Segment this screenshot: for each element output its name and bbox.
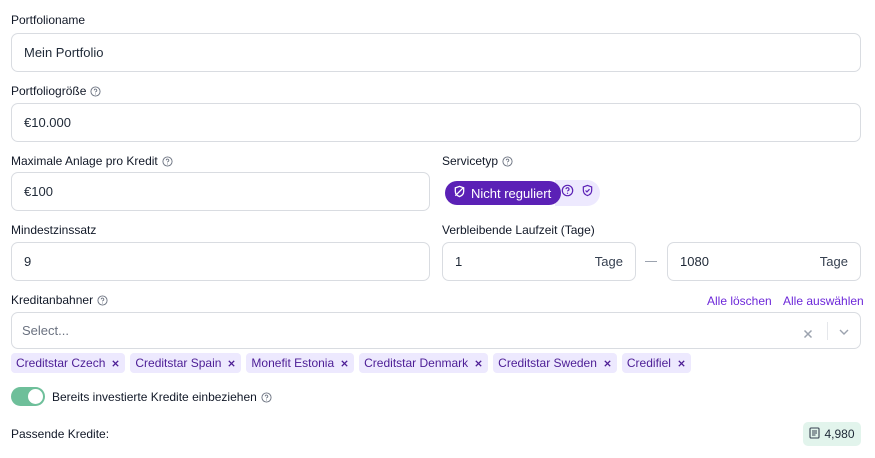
- remove-chip-icon[interactable]: [474, 359, 483, 368]
- matching-loans-badge: 4,980: [803, 422, 861, 446]
- clear-icon[interactable]: [803, 326, 813, 338]
- help-icon[interactable]: [502, 155, 513, 167]
- portfolio-name-label: Portfolioname: [11, 13, 86, 27]
- max-per-loan-label: Maximale Anlage pro Kredit: [11, 154, 173, 168]
- remove-chip-icon[interactable]: [111, 359, 120, 368]
- remaining-term-label: Verbleibende Laufzeit (Tage): [442, 223, 595, 237]
- remaining-term-max-input[interactable]: [680, 254, 812, 269]
- include-invested-label: Bereits investierte Kredite einbeziehen: [52, 390, 272, 404]
- originators-label: Kreditanbahner: [11, 293, 108, 307]
- originator-chip: Creditstar Czech: [11, 353, 126, 373]
- portfolio-name-input[interactable]: [24, 45, 848, 60]
- remaining-term-min-input[interactable]: [455, 254, 587, 269]
- service-type-label: Servicetyp: [442, 154, 513, 168]
- portfolio-size-field[interactable]: [11, 103, 861, 142]
- include-invested-toggle[interactable]: [11, 387, 45, 406]
- document-icon: [809, 426, 821, 442]
- select-divider: [827, 321, 828, 340]
- min-interest-input[interactable]: [24, 254, 417, 269]
- shield-check-icon[interactable]: [581, 184, 594, 202]
- max-per-loan-input[interactable]: [24, 184, 417, 199]
- help-icon[interactable]: [97, 294, 108, 306]
- originator-chip: Creditstar Spain: [130, 353, 242, 373]
- help-icon[interactable]: [261, 391, 272, 403]
- portfolio-name-field[interactable]: [11, 33, 861, 72]
- range-separator: [645, 261, 657, 262]
- min-interest-field[interactable]: [11, 242, 430, 281]
- shield-off-icon: [453, 185, 466, 201]
- originator-chip: Credifiel: [621, 353, 691, 373]
- remove-chip-icon[interactable]: [677, 359, 686, 368]
- help-icon[interactable]: [90, 85, 101, 97]
- remove-chip-icon[interactable]: [603, 359, 612, 368]
- min-interest-label: Mindestzinssatz: [11, 223, 97, 237]
- matching-loans-count: 4,980: [824, 427, 855, 441]
- originator-chip: Creditstar Denmark: [359, 353, 489, 373]
- remaining-term-max-field[interactable]: Tage: [667, 242, 861, 281]
- originators-select[interactable]: Select...: [11, 312, 861, 349]
- originator-chip: Creditstar Sweden: [493, 353, 617, 373]
- toggle-knob: [28, 389, 43, 404]
- days-unit: Tage: [594, 254, 623, 269]
- service-type-options: [555, 180, 600, 206]
- portfolio-size-label: Portfoliogröße: [11, 84, 101, 98]
- originators-select-placeholder: Select...: [22, 323, 69, 338]
- portfolio-size-input[interactable]: [24, 115, 848, 130]
- question-icon[interactable]: [561, 184, 574, 202]
- days-unit: Tage: [819, 254, 848, 269]
- originator-chip: Monefit Estonia: [246, 353, 355, 373]
- remaining-term-min-field[interactable]: Tage: [442, 242, 636, 281]
- clear-all-button[interactable]: Alle löschen: [707, 294, 772, 308]
- remove-chip-icon[interactable]: [227, 359, 236, 368]
- help-icon[interactable]: [162, 155, 173, 167]
- matching-loans-label: Passende Kredite:: [11, 427, 110, 441]
- service-type-selected-pill[interactable]: Nicht reguliert: [445, 181, 562, 205]
- originator-chips: Creditstar Czech Creditstar Spain Monefi…: [11, 353, 691, 373]
- select-all-button[interactable]: Alle auswählen: [783, 294, 864, 308]
- chevron-down-icon[interactable]: [838, 325, 850, 337]
- remove-chip-icon[interactable]: [340, 359, 349, 368]
- max-per-loan-field[interactable]: [11, 172, 430, 211]
